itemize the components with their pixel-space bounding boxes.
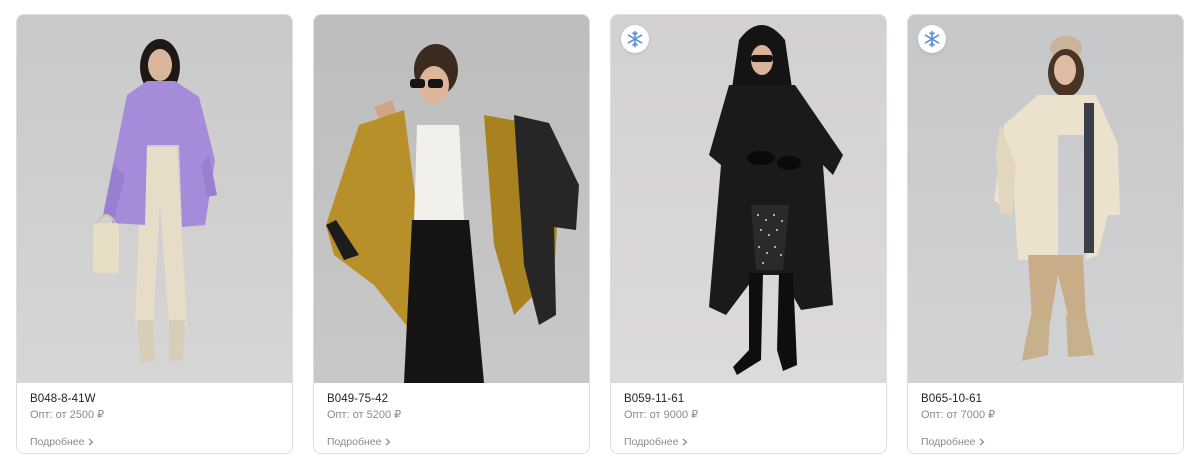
product-card[interactable]: B048-8-41W Опт: от 2500 ₽ Подробнее xyxy=(16,14,293,454)
product-sku: B049-75-42 xyxy=(327,393,389,405)
model-photo-lilac-coat xyxy=(17,15,292,383)
details-link-label: Подробнее xyxy=(327,436,382,448)
snowflake-icon xyxy=(924,30,940,48)
product-price: Опт: от 5200 ₽ xyxy=(327,409,402,421)
details-link[interactable]: Подробнее xyxy=(921,435,985,449)
product-card[interactable]: B049-75-42 Опт: от 5200 ₽ Подробнее xyxy=(313,14,590,454)
chevron-right-icon xyxy=(89,438,94,446)
model-photo-bomber-jacket xyxy=(314,15,589,383)
chevron-right-icon xyxy=(386,438,391,446)
product-price: Опт: от 2500 ₽ xyxy=(30,409,105,421)
winter-badge xyxy=(621,25,649,53)
product-grid: B048-8-41W Опт: от 2500 ₽ Подробнее B049… xyxy=(16,14,1184,456)
product-sku: B065-10-61 xyxy=(921,393,983,405)
product-photo[interactable] xyxy=(17,15,292,383)
details-link-label: Подробнее xyxy=(624,436,679,448)
details-link[interactable]: Подробнее xyxy=(327,435,391,449)
chevron-right-icon xyxy=(980,438,985,446)
product-card[interactable]: B059-11-61 Опт: от 9000 ₽ Подробнее xyxy=(610,14,887,454)
model-photo-black-down-coat xyxy=(611,15,886,383)
model-photo-beige-down-coat xyxy=(908,15,1183,383)
product-photo[interactable] xyxy=(908,15,1183,383)
details-link-label: Подробнее xyxy=(30,436,85,448)
snowflake-icon xyxy=(627,30,643,48)
details-link[interactable]: Подробнее xyxy=(624,435,688,449)
details-link[interactable]: Подробнее xyxy=(30,435,94,449)
chevron-right-icon xyxy=(683,438,688,446)
winter-badge xyxy=(918,25,946,53)
product-sku: B048-8-41W xyxy=(30,393,96,405)
product-price: Опт: от 9000 ₽ xyxy=(624,409,699,421)
product-price: Опт: от 7000 ₽ xyxy=(921,409,996,421)
product-photo[interactable] xyxy=(611,15,886,383)
product-sku: B059-11-61 xyxy=(624,393,685,405)
product-card[interactable]: B065-10-61 Опт: от 7000 ₽ Подробнее xyxy=(907,14,1184,454)
details-link-label: Подробнее xyxy=(921,436,976,448)
product-photo[interactable] xyxy=(314,15,589,383)
